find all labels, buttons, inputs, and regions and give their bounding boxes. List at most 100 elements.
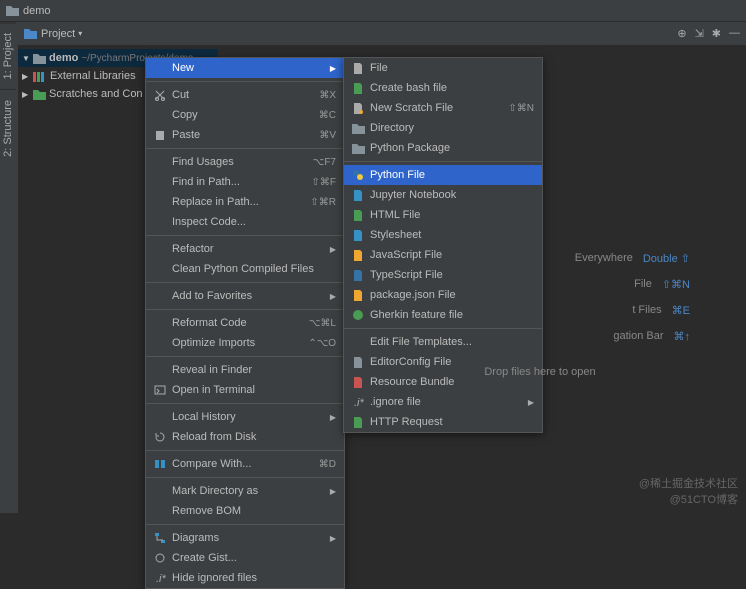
menu-label: Find in Path... xyxy=(168,176,312,188)
http-icon xyxy=(350,416,366,429)
json-icon xyxy=(350,289,366,302)
menu-item[interactable]: Reveal in Finder xyxy=(146,360,344,380)
menu-item[interactable]: Reload from Disk xyxy=(146,427,344,447)
chevron-right-icon: ▶ xyxy=(330,487,336,496)
chevron-right-icon: ▶ xyxy=(330,534,336,543)
hint-text: Everywhere xyxy=(575,252,633,264)
libraries-icon xyxy=(33,71,47,82)
py-icon xyxy=(350,169,366,181)
menu-label: Diagrams xyxy=(168,532,330,544)
css-icon xyxy=(350,229,366,242)
menu-label: Reload from Disk xyxy=(168,431,336,443)
menu-label: New Scratch File xyxy=(366,102,508,114)
menu-label: Create Gist... xyxy=(168,552,336,564)
shortcut: ⇧⌘N xyxy=(508,103,534,114)
chevron-right-icon: ▶ xyxy=(330,245,336,254)
menu-item[interactable]: File xyxy=(344,58,542,78)
menu-item[interactable]: Find in Path...⇧⌘F xyxy=(146,172,344,192)
drop-hint: Drop files here to open xyxy=(484,366,595,378)
bash-icon xyxy=(350,82,366,95)
shortcut: ⇧⌘F xyxy=(312,177,337,188)
menu-item[interactable]: .i*.ignore file▶ xyxy=(344,392,542,412)
shortcut: ⌥⌘L xyxy=(309,318,336,329)
menu-item[interactable]: Optimize Imports⌃⌥O xyxy=(146,333,344,353)
menu-item[interactable]: Reformat Code⌥⌘L xyxy=(146,313,344,333)
locate-icon[interactable]: ⊕ xyxy=(677,27,686,40)
menu-item[interactable]: New Scratch File⇧⌘N xyxy=(344,98,542,118)
watermark: @稀土掘金技术社区@51CTO博客 xyxy=(639,475,738,507)
menu-item[interactable]: HTML File xyxy=(344,205,542,225)
menu-label: Add to Favorites xyxy=(168,290,330,302)
menu-item[interactable]: Add to Favorites▶ xyxy=(146,286,344,306)
project-label[interactable]: Project xyxy=(41,28,75,40)
gear-icon[interactable]: ✱ xyxy=(712,27,721,40)
hint-key: ⌘↑ xyxy=(674,330,691,343)
hint-key: ⌘E xyxy=(672,304,690,317)
diff-icon xyxy=(152,458,168,470)
side-tab-project[interactable]: 1: Project xyxy=(0,22,16,89)
menu-item[interactable]: New▶ xyxy=(146,58,344,78)
context-menu: New▶Cut⌘XCopy⌘CPaste⌘VFind Usages⌥F7Find… xyxy=(145,57,345,589)
scratch-icon xyxy=(33,89,46,100)
menu-item[interactable]: Python Package xyxy=(344,138,542,158)
shortcut: ⌘D xyxy=(319,459,336,470)
chevron-right-icon[interactable]: ▶ xyxy=(22,90,30,99)
chevron-down-icon[interactable]: ▼ xyxy=(22,54,30,63)
menu-label: Remove BOM xyxy=(168,505,336,517)
menu-label: Replace in Path... xyxy=(168,196,310,208)
diag-icon xyxy=(152,532,168,544)
menu-item[interactable]: Diagrams▶ xyxy=(146,528,344,548)
menu-item[interactable]: Copy⌘C xyxy=(146,105,344,125)
hint-text: File xyxy=(634,278,652,290)
menu-item[interactable]: Compare With...⌘D xyxy=(146,454,344,474)
menu-item[interactable]: Create bash file xyxy=(344,78,542,98)
folder-icon xyxy=(6,5,19,16)
svg-text:.i*: .i* xyxy=(156,573,166,584)
file-icon xyxy=(350,62,366,75)
menu-item[interactable]: Local History▶ xyxy=(146,407,344,427)
menu-item[interactable]: HTTP Request xyxy=(344,412,542,432)
folder-icon xyxy=(33,53,46,64)
menu-item[interactable]: Paste⌘V xyxy=(146,125,344,145)
paste-icon xyxy=(152,129,168,141)
menu-item[interactable]: .i*Hide ignored files xyxy=(146,568,344,588)
menu-item[interactable]: Find Usages⌥F7 xyxy=(146,152,344,172)
menu-item[interactable]: Directory xyxy=(344,118,542,138)
menu-label: Directory xyxy=(366,122,534,134)
menu-label: Reformat Code xyxy=(168,317,309,329)
menu-item[interactable]: Mark Directory as▶ xyxy=(146,481,344,501)
menu-item[interactable]: Cut⌘X xyxy=(146,85,344,105)
menu-label: Paste xyxy=(168,129,319,141)
jup-icon xyxy=(350,189,366,202)
menu-label: Create bash file xyxy=(366,82,534,94)
ign-icon: .i* xyxy=(152,572,168,584)
chevron-right-icon: ▶ xyxy=(330,292,336,301)
menu-item[interactable]: Open in Terminal xyxy=(146,380,344,400)
chevron-right-icon: ▶ xyxy=(330,64,336,73)
menu-item[interactable]: Clean Python Compiled Files xyxy=(146,259,344,279)
menu-item[interactable]: Create Gist... xyxy=(146,548,344,568)
term-icon xyxy=(152,384,168,396)
project-toolbar: Project ▾ ⊕ ⇲ ✱ — xyxy=(18,22,746,46)
menu-label: Optimize Imports xyxy=(168,337,308,349)
shortcut: ⌃⌥O xyxy=(308,338,336,349)
menu-item[interactable]: Refactor▶ xyxy=(146,239,344,259)
ec-icon xyxy=(350,356,366,369)
side-tab-structure[interactable]: 2: Structure xyxy=(0,89,16,167)
expand-icon[interactable]: ⇲ xyxy=(695,27,704,40)
menu-item[interactable]: Replace in Path...⇧⌘R xyxy=(146,192,344,212)
menu-item[interactable]: Inspect Code... xyxy=(146,212,344,232)
chevron-right-icon[interactable]: ▶ xyxy=(22,72,30,81)
menu-item[interactable]: Remove BOM xyxy=(146,501,344,521)
menu-label: Refactor xyxy=(168,243,330,255)
rb-icon xyxy=(350,376,366,389)
menu-item[interactable]: Python File xyxy=(344,165,542,185)
dropdown-icon[interactable]: ▾ xyxy=(78,29,82,38)
menu-item[interactable]: Jupyter Notebook xyxy=(344,185,542,205)
menu-label: Cut xyxy=(168,89,319,101)
hide-icon[interactable]: — xyxy=(729,27,740,40)
menu-item[interactable]: Stylesheet xyxy=(344,225,542,245)
html-icon xyxy=(350,209,366,222)
menu-label: .ignore file xyxy=(366,396,528,408)
hint-text: t Files xyxy=(632,304,661,316)
